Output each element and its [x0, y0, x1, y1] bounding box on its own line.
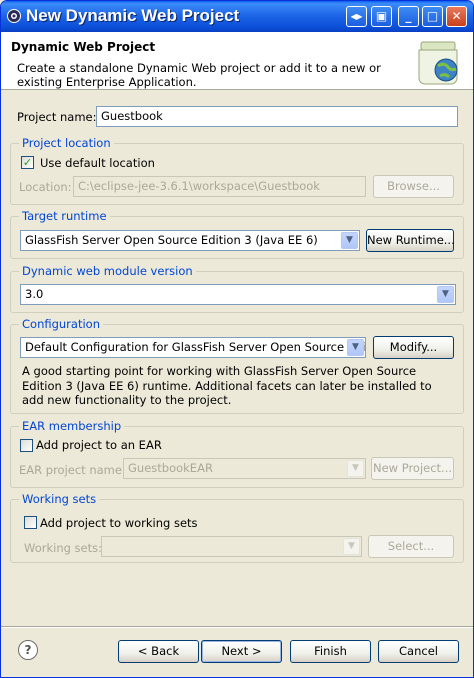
- project-name-input[interactable]: Guestbook: [96, 106, 458, 127]
- help-icon[interactable]: ?: [18, 640, 38, 660]
- module-version-select[interactable]: 3.0 ▼: [20, 284, 456, 305]
- chevron-down-icon[interactable]: ▼: [347, 460, 364, 477]
- add-to-ear-checkbox[interactable]: [20, 439, 33, 452]
- chevron-down-icon[interactable]: ▼: [341, 232, 358, 249]
- use-default-location-label: Use default location: [40, 156, 155, 170]
- add-to-working-sets-label: Add project to working sets: [40, 516, 198, 530]
- eclipse-gear-icon: [7, 9, 21, 23]
- configuration-description: A good starting point for working with G…: [22, 364, 432, 407]
- chevron-down-icon[interactable]: ▼: [347, 339, 364, 356]
- minimize-button[interactable]: _: [398, 6, 419, 27]
- module-version-title: Dynamic web module version: [19, 264, 196, 278]
- restore-left-button[interactable]: ◂▸: [346, 6, 367, 27]
- web-project-jar-icon: [418, 41, 458, 85]
- finish-button[interactable]: Finish: [290, 640, 371, 663]
- page-title: Dynamic Web Project: [11, 40, 156, 54]
- modify-button[interactable]: Modify...: [373, 336, 454, 359]
- cancel-button[interactable]: Cancel: [378, 640, 459, 663]
- working-sets-title: Working sets: [19, 492, 100, 506]
- ear-membership-title: EAR membership: [19, 419, 125, 433]
- wizard-header: Dynamic Web Project Create a standalone …: [1, 32, 473, 90]
- module-version-value: 3.0: [25, 287, 44, 301]
- restore-box-button[interactable]: ▣: [371, 6, 392, 27]
- project-name-label: Project name:: [17, 110, 97, 124]
- ear-project-name-value: GuestbookEAR: [128, 461, 213, 475]
- browse-button[interactable]: Browse...: [373, 175, 454, 198]
- configuration-title: Configuration: [19, 317, 103, 331]
- use-default-location-checkbox[interactable]: ✓: [21, 156, 34, 169]
- title-bar[interactable]: New Dynamic Web Project ◂▸ ▣ _ □ ✕: [1, 1, 473, 32]
- maximize-button[interactable]: □: [422, 6, 443, 27]
- new-runtime-button[interactable]: New Runtime...: [366, 229, 455, 252]
- select-working-sets-button[interactable]: Select...: [368, 535, 454, 558]
- target-runtime-value: GlassFish Server Open Source Edition 3 (…: [25, 233, 318, 247]
- configuration-value: Default Configuration for GlassFish Serv…: [25, 340, 366, 354]
- target-runtime-select[interactable]: GlassFish Server Open Source Edition 3 (…: [20, 230, 360, 251]
- chevron-down-icon[interactable]: ▼: [437, 286, 454, 303]
- add-to-working-sets-checkbox[interactable]: [24, 516, 37, 529]
- working-sets-select[interactable]: ▼: [101, 536, 362, 557]
- add-to-ear-label: Add project to an EAR: [36, 438, 162, 452]
- ear-project-name-select[interactable]: GuestbookEAR ▼: [123, 458, 366, 479]
- button-bar-divider: [1, 626, 473, 628]
- wizard-window: New Dynamic Web Project ◂▸ ▣ _ □ ✕ Dynam…: [0, 0, 474, 678]
- working-sets-label: Working sets:: [24, 541, 103, 555]
- location-label: Location:: [19, 180, 72, 194]
- project-location-title: Project location: [19, 136, 114, 150]
- close-button[interactable]: ✕: [446, 6, 467, 27]
- back-button[interactable]: < Back: [118, 640, 199, 663]
- configuration-select[interactable]: Default Configuration for GlassFish Serv…: [20, 337, 366, 358]
- chevron-down-icon[interactable]: ▼: [343, 538, 360, 555]
- page-description: Create a standalone Dynamic Web project …: [17, 61, 381, 89]
- next-button[interactable]: Next >: [201, 640, 282, 663]
- new-ear-project-button[interactable]: New Project...: [371, 457, 454, 480]
- window-title: New Dynamic Web Project: [26, 6, 240, 25]
- target-runtime-title: Target runtime: [19, 209, 110, 223]
- ear-project-name-label: EAR project name:: [19, 463, 126, 477]
- location-input[interactable]: C:\eclipse-jee-3.6.1\workspace\Guestbook: [73, 176, 366, 197]
